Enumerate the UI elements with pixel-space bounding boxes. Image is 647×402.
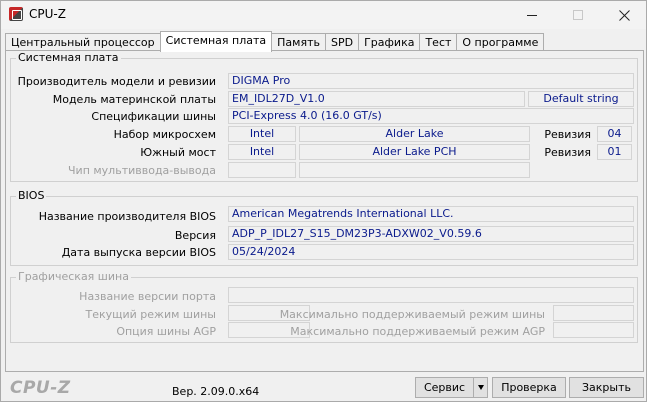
chevron-down-icon <box>477 385 484 390</box>
southbridge-label: Южный мост <box>140 146 216 159</box>
bios-group-title: BIOS <box>16 189 47 202</box>
close-icon <box>618 9 630 21</box>
side-band-label: Опция шины AGP <box>116 325 216 338</box>
minimize-button[interactable] <box>509 1 555 29</box>
cpu-z-app-icon <box>9 7 23 21</box>
bus-spec-label: Спецификации шины <box>91 110 216 123</box>
tab-mainboard[interactable]: Системная плата <box>159 31 273 52</box>
bios-brand-value: American Megatrends International LLC. <box>228 206 634 222</box>
bios-date-value: 05/24/2024 <box>228 244 634 260</box>
southbridge-model-value: Alder Lake PCH <box>299 144 530 160</box>
max-agp-value <box>553 322 634 338</box>
southbridge-vendor-value: Intel <box>228 144 296 160</box>
southbridge-revision-label: Ревизия <box>544 146 591 159</box>
graphic-version-value <box>228 287 634 303</box>
validate-button[interactable]: Проверка <box>492 377 566 398</box>
model-label: Модель материнской платы <box>52 93 216 106</box>
max-supported-label: Максимально поддерживаемый режим шины <box>279 308 545 321</box>
title-bar[interactable]: CPU-Z <box>1 1 646 29</box>
service-dropdown-button[interactable] <box>473 377 488 398</box>
tab-strip: Центральный процессор Системная плата Па… <box>5 31 545 52</box>
manufacturer-value: DIGMA Pro <box>228 73 634 89</box>
lpcio-label: Чип мультиввода-вывода <box>68 164 216 177</box>
max-agp-label: Максимально поддерживаемый режим AGP <box>290 325 545 338</box>
max-supported-value <box>553 305 634 321</box>
service-button[interactable]: Сервис <box>415 377 474 398</box>
close-window-button[interactable] <box>601 1 647 29</box>
lpcio-vendor-value <box>228 162 296 178</box>
bios-version-value: ADP_P_IDL27_S15_DM23P3-ADXW02_V0.59.6 <box>228 226 634 242</box>
graphic-version-label: Название версии порта <box>79 290 216 303</box>
version-text: Вер. 2.09.0.x64 <box>172 385 260 398</box>
model-value: EM_IDL27D_V1.0 <box>228 91 525 107</box>
bios-brand-label: Название производителя BIOS <box>38 210 216 223</box>
bus-spec-value: PCI-Express 4.0 (16.0 GT/s) <box>228 108 634 124</box>
southbridge-revision-value: 01 <box>597 144 632 160</box>
lpcio-model-value <box>299 162 530 178</box>
chipset-revision-value: 04 <box>597 126 632 142</box>
manufacturer-label: Производитель модели и ревизии <box>17 75 216 88</box>
close-button[interactable]: Закрыть <box>569 377 644 398</box>
cpu-z-window: CPU-Z Центральный процессор Системная пл… <box>0 0 647 402</box>
motherboard-group-title: Системная плата <box>16 51 121 64</box>
chipset-revision-label: Ревизия <box>544 128 591 141</box>
maximize-icon <box>573 10 583 20</box>
cpu-z-logo: CPU-Z <box>10 378 71 398</box>
graphic-bus-group-title: Графическая шина <box>16 270 131 283</box>
chipset-label: Набор микросхем <box>113 128 216 141</box>
window-title: CPU-Z <box>29 7 66 21</box>
maximize-button[interactable] <box>555 1 601 29</box>
model-extra-value: Default string <box>528 91 634 107</box>
chipset-model-value: Alder Lake <box>299 126 530 142</box>
link-width-label: Текущий режим шины <box>85 308 217 321</box>
minimize-icon <box>527 14 537 16</box>
bios-version-label: Версия <box>174 229 216 242</box>
bios-date-label: Дата выпуска версии BIOS <box>61 246 216 259</box>
chipset-vendor-value: Intel <box>228 126 296 142</box>
